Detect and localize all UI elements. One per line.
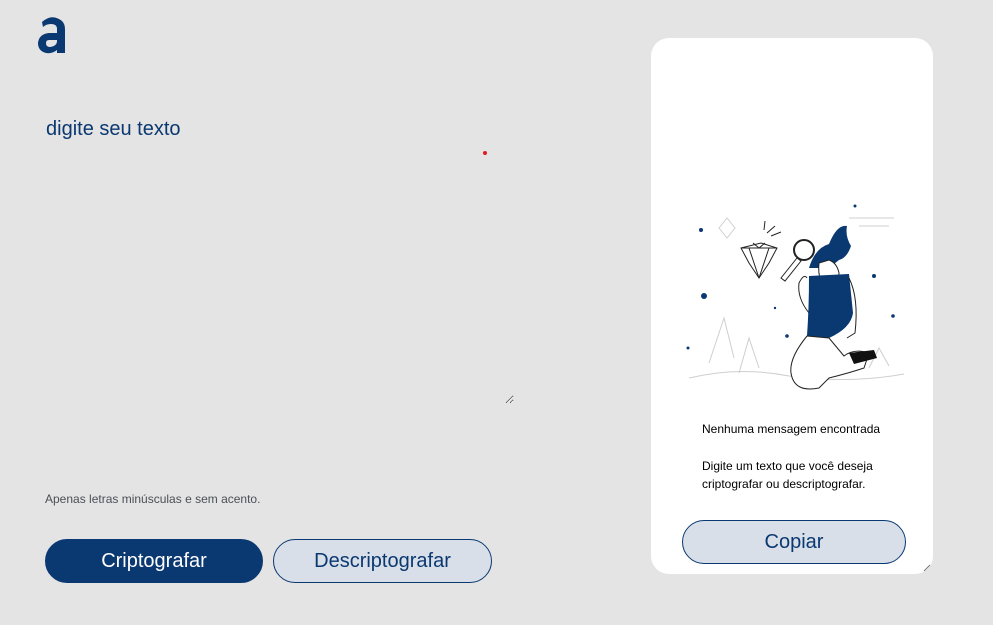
copy-button[interactable]: Copiar	[682, 520, 906, 564]
red-dot	[483, 151, 487, 155]
resize-grip-icon[interactable]	[923, 564, 931, 572]
decrypt-button[interactable]: Descriptografar	[273, 539, 492, 583]
hint-text: Apenas letras minúsculas e sem acento.	[45, 492, 261, 506]
person-magnifier-illustration-icon	[686, 204, 905, 390]
empty-message-description: Digite um texto que você deseja criptogr…	[702, 459, 873, 491]
input-hint: Apenas letras minúsculas e sem acento.	[45, 492, 260, 506]
empty-message-title: Nenhuma mensagem encontrada	[702, 422, 881, 436]
output-panel: Nenhuma mensagem encontrada Digite um te…	[651, 38, 933, 574]
alura-logo-icon	[38, 17, 65, 54]
encrypt-button[interactable]: Criptografar	[45, 539, 263, 583]
text-input[interactable]	[44, 114, 514, 404]
